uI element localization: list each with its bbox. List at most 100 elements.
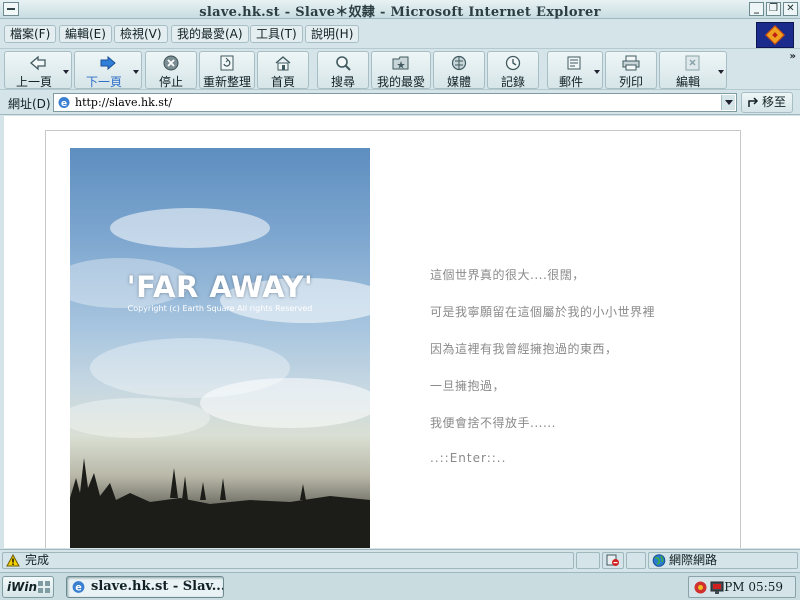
back-label: 上一頁 [15,75,52,89]
warning-icon [6,554,20,567]
ie-page-icon: e [58,97,70,109]
history-button[interactable]: 記錄 [487,51,539,89]
status-panel-empty-2 [626,552,646,569]
status-text: 完成 [25,553,50,567]
go-label: 移至 [762,95,787,109]
status-panel-empty [576,552,600,569]
favorites-label: 我的最愛 [376,75,425,89]
stop-label: 停止 [158,75,183,89]
go-button[interactable]: 移至 [741,92,793,113]
internet-globe-icon [652,554,666,567]
search-button[interactable]: 搜尋 [317,51,369,89]
poem-text: 這個世界真的很大....很闊， 可是我寧願留在這個屬於我的小小世界裡 因為這裡有… [430,266,760,465]
taskbar: iWin e slave.hk.st - Slav... PM 05:59 [0,572,800,600]
poem-line: 因為這裡有我曾經擁抱過的東西， [430,342,618,356]
home-icon [275,56,291,71]
restore-button[interactable]: ❐ [766,2,781,16]
refresh-icon [220,55,234,71]
hero-copyright: Copyright (c) Earth Square All rights Re… [127,304,313,313]
address-bar: 網址(D) e http://slave.hk.st/ 移至 [0,91,800,115]
title-bar[interactable]: slave.hk.st - Slave＊奴隸 - Microsoft Inter… [0,0,800,20]
back-dropdown-icon[interactable] [63,70,69,74]
close-button[interactable]: ✕ [783,2,798,16]
forward-button[interactable]: 下一頁 [74,51,142,89]
search-label: 搜尋 [330,75,355,89]
refresh-button[interactable]: 重新整理 [199,51,255,89]
media-icon [451,55,467,71]
history-label: 記錄 [500,75,525,89]
mail-label: 郵件 [558,75,583,89]
favorites-folder-icon [392,56,409,70]
hero-title: 'FAR AWAY' [126,270,314,304]
tree-silhouette [70,458,370,548]
menu-view[interactable]: 檢視(V) [114,25,168,43]
edit-icon [685,55,700,71]
address-url: http://slave.hk.st/ [75,96,173,109]
menu-help[interactable]: 說明(H) [305,25,360,43]
enter-link[interactable]: ..::Enter::.. [430,451,760,465]
back-arrow-icon [30,55,46,71]
media-label: 媒體 [446,75,471,89]
taskbar-clock: PM 05:59 [724,580,783,594]
zone-panel[interactable]: 網際網路 [648,552,798,569]
favorites-button[interactable]: 我的最愛 [371,51,431,89]
system-tray: PM 05:59 [688,576,796,598]
start-label: iWin [7,580,38,594]
refresh-label: 重新整理 [202,75,251,89]
poem-line: 可是我寧願留在這個屬於我的小小世界裡 [430,305,656,319]
toolbar-chevron-icon[interactable]: » [790,51,796,62]
task-label: slave.hk.st - Slav... [91,579,224,594]
status-text-panel: 完成 [2,552,574,569]
poem-line: 一旦擁抱過， [430,379,506,393]
poem-line: 這個世界真的很大....很闊， [430,268,585,282]
edit-label: 編輯 [675,75,700,89]
far-away-photo: 'FAR AWAY' Copyright (c) Earth Square Al… [70,148,370,548]
standard-toolbar: 上一頁 下一頁 停止 重新整理 首頁 搜尋 我的最愛 媒體 記錄 郵件 列印 編… [0,48,800,90]
page-viewport[interactable]: 'FAR AWAY' Copyright (c) Earth Square Al… [4,116,800,548]
edit-dropdown-icon[interactable] [718,70,724,74]
window-title: slave.hk.st - Slave＊奴隸 - Microsoft Inter… [199,5,601,20]
stop-icon [163,55,179,71]
privacy-blocked-icon [606,554,619,566]
home-button[interactable]: 首頁 [257,51,309,89]
poem-line: 我便會捨不得放手...... [430,416,556,430]
ie-throbber-logo [756,22,794,48]
svg-text:e: e [75,583,82,594]
forward-arrow-icon [100,55,116,71]
mail-dropdown-icon[interactable] [594,70,600,74]
status-bar: 完成 網際網路 [0,549,800,570]
mail-icon [567,56,581,70]
tray-app-icon[interactable] [693,580,708,595]
address-label: 網址(D) [8,97,51,111]
printer-icon [622,55,640,71]
start-button[interactable]: iWin [2,576,54,598]
history-clock-icon [505,55,521,71]
menu-edit[interactable]: 編輯(E) [59,25,112,43]
start-grid-icon [38,581,50,593]
edit-button[interactable]: 編輯 [659,51,727,89]
print-label: 列印 [618,75,643,89]
home-label: 首頁 [270,75,295,89]
ie-task-icon: e [72,581,85,594]
go-arrow-icon [748,97,759,107]
media-button[interactable]: 媒體 [433,51,485,89]
zone-text: 網際網路 [669,553,718,567]
minimize-button[interactable]: _ [749,2,764,16]
menu-bar: 檔案(F) 編輯(E) 檢視(V) 我的最愛(A) 工具(T) 說明(H) [0,20,800,48]
stop-button[interactable]: 停止 [145,51,197,89]
back-button[interactable]: 上一頁 [4,51,72,89]
address-dropdown-icon[interactable] [721,95,735,110]
forward-label: 下一頁 [85,75,122,89]
menu-file[interactable]: 檔案(F) [4,25,57,43]
print-button[interactable]: 列印 [605,51,657,89]
menu-favorites[interactable]: 我的最愛(A) [171,25,249,43]
privacy-panel[interactable] [602,552,624,569]
menu-tools[interactable]: 工具(T) [250,25,303,43]
taskbar-task-ie[interactable]: e slave.hk.st - Slav... [66,576,224,598]
address-input[interactable]: e http://slave.hk.st/ [53,93,737,112]
forward-dropdown-icon[interactable] [133,70,139,74]
search-icon [336,56,351,71]
svg-text:e: e [61,99,67,109]
mail-button[interactable]: 郵件 [547,51,603,89]
tray-network-icon[interactable] [710,580,725,595]
